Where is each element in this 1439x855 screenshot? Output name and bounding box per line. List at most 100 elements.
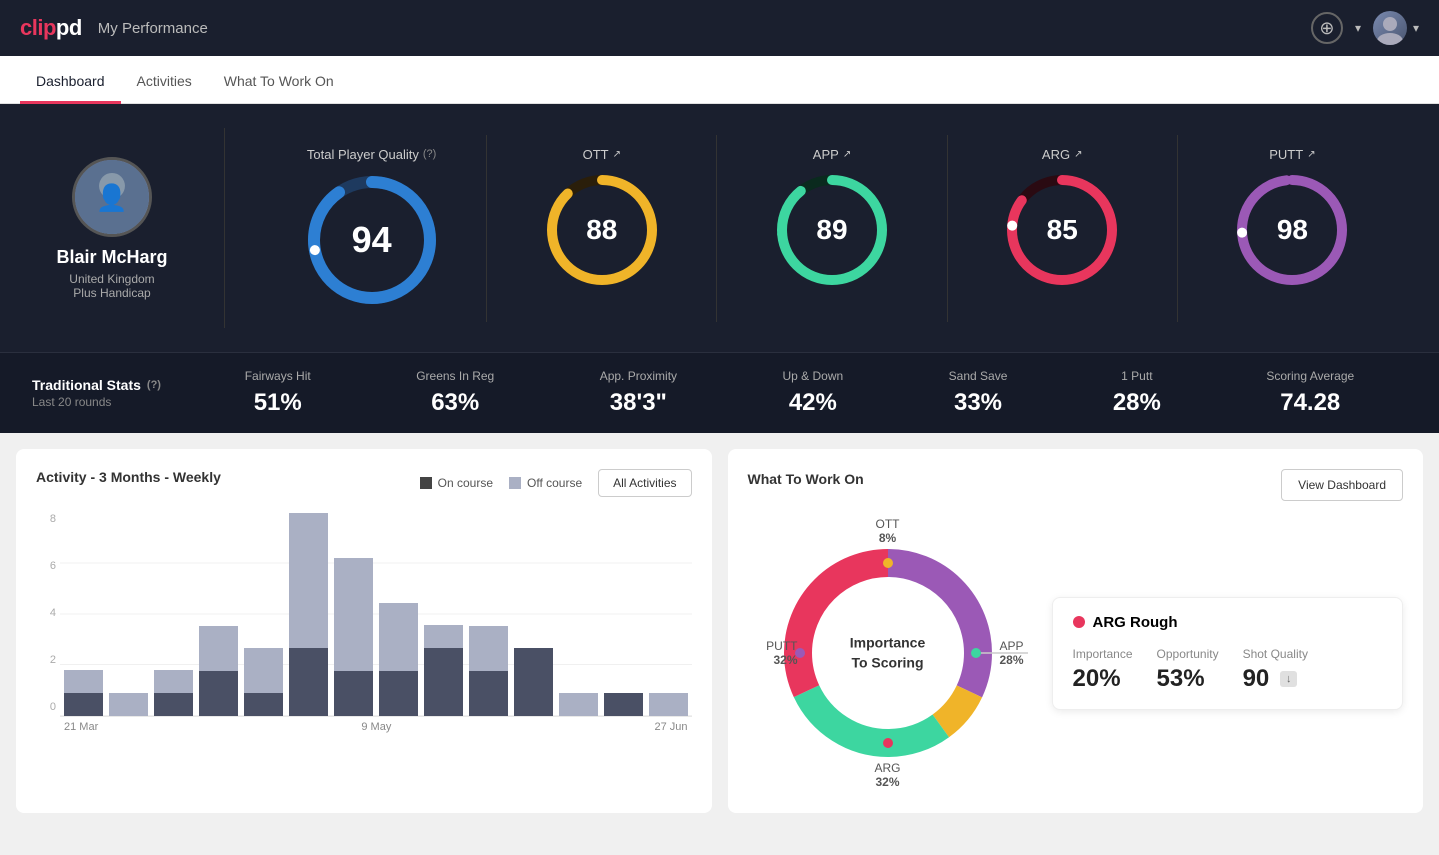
bar-col-2: [154, 513, 193, 716]
bar-col-3: [199, 513, 238, 716]
arg-section: ARG ↗ 85: [948, 135, 1178, 322]
chart-inner: 21 Mar 9 May 27 Jun: [60, 513, 692, 733]
off-course-bar: [199, 626, 238, 671]
bar-col-5: [289, 513, 328, 716]
putt-gauge: 98: [1232, 170, 1352, 290]
bar-col-10: [514, 513, 553, 716]
bar-col-4: [244, 513, 283, 716]
tpq-gauge: 94: [302, 170, 442, 310]
stat-fairways: Fairways Hit 51%: [245, 369, 311, 417]
bar-col-13: [649, 513, 688, 716]
what-to-work-on-card: What To Work On View Dashboard: [728, 449, 1424, 813]
bar-chart: 8 6 4 2 0 21 Mar 9 May 27 Jun: [36, 513, 692, 733]
putt-donut-label: PUTT32%: [748, 639, 798, 667]
what-header: What To Work On View Dashboard: [748, 469, 1404, 501]
off-course-bar: [64, 670, 103, 693]
stats-label-group: Traditional Stats (?) Last 20 rounds: [32, 377, 192, 409]
add-chevron: ▾: [1355, 21, 1361, 35]
putt-section: PUTT ↗ 98: [1178, 135, 1407, 322]
nav-tabs: Dashboard Activities What To Work On: [0, 56, 1439, 104]
hero-section: 👤 Blair McHarg United Kingdom Plus Handi…: [0, 104, 1439, 352]
detail-card: ARG Rough Importance 20% Opportunity 53%…: [1052, 597, 1404, 710]
tab-activities[interactable]: Activities: [121, 61, 208, 104]
app-arrow-icon: ↗: [843, 149, 851, 160]
on-course-dot: [420, 477, 432, 489]
on-course-bar: [514, 648, 553, 716]
plus-icon: ⊕: [1319, 18, 1334, 39]
ott-value: 88: [586, 214, 617, 246]
donut-wrapper: ImportanceTo Scoring OTT8% APP28% ARG32%…: [748, 513, 1028, 793]
bar-col-12: [604, 513, 643, 716]
header-title: My Performance: [98, 20, 208, 37]
tab-what-to-work-on[interactable]: What To Work On: [208, 61, 350, 104]
shot-quality-badge: ↓: [1280, 671, 1298, 687]
stat-up-and-down: Up & Down 42%: [783, 369, 844, 417]
arg-arrow-icon: ↗: [1074, 149, 1082, 160]
tpq-help-icon[interactable]: (?): [423, 148, 436, 160]
on-course-bar: [199, 671, 238, 716]
tpq-value: 94: [352, 219, 392, 261]
bar-col-1: [109, 513, 148, 716]
arg-value: 85: [1047, 214, 1078, 246]
all-activities-button[interactable]: All Activities: [598, 469, 691, 497]
putt-value: 98: [1277, 214, 1308, 246]
detail-metrics: Importance 20% Opportunity 53% Shot Qual…: [1073, 647, 1383, 693]
donut-area: ImportanceTo Scoring OTT8% APP28% ARG32%…: [748, 513, 1404, 793]
off-course-bar: [649, 693, 688, 716]
on-course-bar: [154, 693, 193, 716]
player-info: 👤 Blair McHarg United Kingdom Plus Handi…: [32, 157, 192, 300]
ott-label: OTT ↗: [583, 147, 621, 162]
stat-gir: Greens In Reg 63%: [416, 369, 494, 417]
on-course-bar: [64, 693, 103, 716]
bar-col-6: [334, 513, 373, 716]
activity-chart-title: Activity - 3 Months - Weekly: [36, 469, 221, 485]
off-course-bar: [244, 648, 283, 693]
activity-chart-card: Activity - 3 Months - Weekly On course O…: [16, 449, 712, 813]
hero-top: 👤 Blair McHarg United Kingdom Plus Handi…: [32, 128, 1407, 328]
y-axis: 8 6 4 2 0: [36, 513, 60, 733]
player-avatar: 👤: [72, 157, 152, 237]
tab-dashboard[interactable]: Dashboard: [20, 61, 121, 104]
on-course-bar: [244, 693, 283, 716]
user-avatar-area[interactable]: ▾: [1373, 11, 1419, 45]
svg-text:👤: 👤: [96, 182, 128, 212]
stats-label: Traditional Stats (?): [32, 377, 192, 393]
stats-items: Fairways Hit 51% Greens In Reg 63% App. …: [192, 369, 1407, 417]
off-course-bar: [334, 558, 373, 671]
off-course-bar: [289, 513, 328, 648]
stat-app-proximity: App. Proximity 38'3": [600, 369, 677, 417]
off-course-bar: [154, 670, 193, 693]
shot-quality-metric: Shot Quality 90 ↓: [1243, 647, 1308, 693]
detail-dot: [1073, 616, 1085, 628]
app-donut-label: APP28%: [999, 639, 1023, 667]
on-course-bar: [334, 671, 373, 716]
legend-on-course: On course: [420, 476, 493, 490]
app-section: APP ↗ 89: [717, 135, 947, 322]
ott-section: OTT ↗ 88: [487, 135, 717, 322]
off-course-bar: [379, 603, 418, 671]
add-button[interactable]: ⊕: [1311, 12, 1343, 44]
bar-col-9: [469, 513, 508, 716]
app-gauge: 89: [772, 170, 892, 290]
stats-help-icon[interactable]: (?): [147, 379, 161, 391]
x-labels: 21 Mar 9 May 27 Jun: [60, 717, 692, 733]
ott-gauge: 88: [542, 170, 662, 290]
off-course-bar: [109, 693, 148, 716]
player-country: United Kingdom: [69, 272, 154, 286]
putt-label: PUTT ↗: [1269, 147, 1315, 162]
what-title: What To Work On: [748, 471, 864, 487]
tpq-label: Total Player Quality (?): [307, 147, 436, 162]
putt-arrow-icon: ↗: [1307, 149, 1315, 160]
bar-col-0: [64, 513, 103, 716]
on-course-bar: [469, 671, 508, 716]
view-dashboard-button[interactable]: View Dashboard: [1281, 469, 1403, 501]
main-content: Activity - 3 Months - Weekly On course O…: [0, 433, 1439, 829]
off-course-bar: [469, 626, 508, 671]
legend-off-course: Off course: [509, 476, 582, 490]
vertical-divider: [224, 128, 225, 328]
on-course-bar: [289, 648, 328, 716]
ott-donut-label: OTT8%: [876, 517, 900, 545]
logo[interactable]: clippd: [20, 15, 82, 41]
arg-label: ARG ↗: [1042, 147, 1083, 162]
bar-col-11: [559, 513, 598, 716]
